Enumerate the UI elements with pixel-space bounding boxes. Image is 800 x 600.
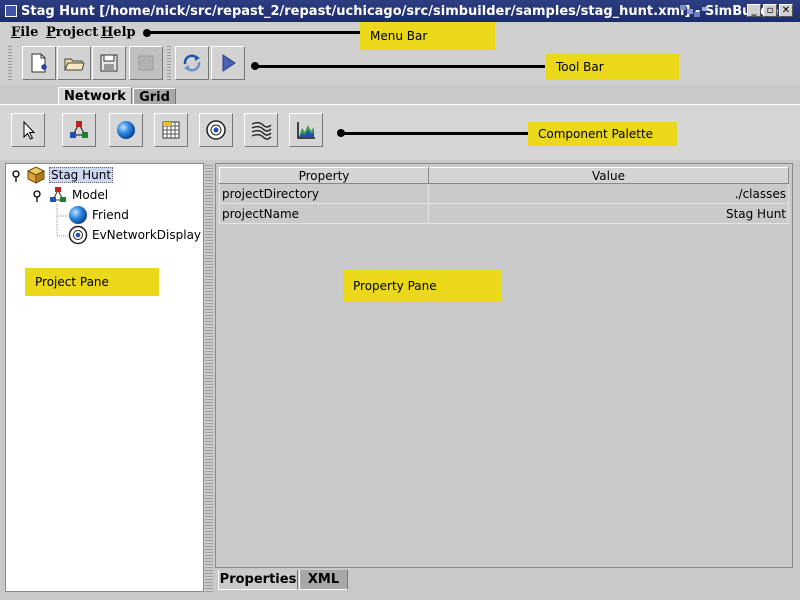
project-box-icon — [26, 166, 46, 184]
tab-network-label: Network — [64, 89, 126, 104]
menu-help[interactable]: Help — [101, 25, 136, 40]
toolbar-separator — [167, 46, 171, 80]
title-bar[interactable]: Stag Hunt [/home/nick/src/repast_2/repas… — [0, 0, 800, 22]
tab-xml-label: XML — [307, 572, 340, 587]
tree-label-display: EvNetworkDisplay — [92, 228, 202, 242]
annotation-component-palette-text: Component Palette — [538, 127, 654, 141]
agent-sphere-icon — [69, 206, 87, 224]
display-target-icon — [68, 225, 88, 245]
property-table: Property Value projectDirectory ./classe… — [219, 167, 789, 224]
model-network-icon — [70, 121, 88, 138]
agent-sphere-icon — [117, 121, 135, 139]
tree-label-project: Stag Hunt — [49, 167, 114, 183]
annotation-component-palette: Component Palette — [528, 122, 677, 146]
property-value-cell[interactable]: ./classes — [428, 183, 789, 204]
menu-project-label: roject — [55, 25, 99, 40]
menu-file-label: ile — [20, 25, 39, 40]
annotation-tool-bar: Tool Bar — [546, 54, 679, 80]
menu-help-mnemonic: H — [101, 25, 114, 40]
tree-node-display[interactable]: EvNetworkDisplay — [68, 225, 202, 245]
tree-node-model[interactable]: Model — [48, 186, 108, 204]
tab-xml[interactable]: XML — [299, 570, 348, 590]
menu-file-mnemonic: F — [11, 25, 21, 40]
annotation-property-pane: Property Pane — [343, 270, 501, 302]
tree-label-model: Model — [72, 188, 109, 202]
tool-bar-leader-line — [255, 65, 545, 68]
tab-network[interactable]: Network — [58, 87, 132, 105]
display-component-button[interactable] — [199, 113, 233, 147]
toolbar-grip[interactable] — [8, 46, 12, 80]
model-component-button[interactable] — [62, 113, 96, 147]
open-folder-icon — [64, 58, 85, 71]
column-header-property[interactable]: Property — [219, 167, 429, 184]
minimize-button[interactable]: _ — [747, 4, 761, 17]
menu-file[interactable]: File — [11, 25, 38, 40]
tree-node-project[interactable]: Stag Hunt — [26, 166, 114, 184]
menu-help-label: elp — [113, 25, 136, 40]
table-row[interactable]: projectName Stag Hunt — [219, 203, 789, 224]
window-menu-icon[interactable] — [5, 5, 17, 17]
annotation-menu-bar: Menu Bar — [360, 22, 495, 50]
title-decoration-icon — [680, 5, 707, 17]
annotation-property-pane-text: Property Pane — [353, 279, 437, 293]
refresh-icon — [183, 54, 201, 72]
schedule-icon — [251, 122, 272, 140]
palette-leader-line — [341, 132, 528, 135]
maximize-button[interactable]: ▫ — [763, 4, 777, 17]
window-title: Stag Hunt [/home/nick/src/repast_2/repas… — [21, 3, 785, 19]
open-project-button[interactable] — [57, 46, 91, 80]
model-network-icon — [50, 187, 66, 202]
refresh-button[interactable] — [175, 46, 209, 80]
disabled-icon — [138, 55, 154, 71]
select-arrow-icon — [23, 120, 36, 140]
tab-grid-label: Grid — [139, 90, 170, 105]
property-pane: Property Value projectDirectory ./classe… — [215, 163, 793, 568]
schedule-component-button[interactable] — [244, 113, 278, 147]
select-tool-button[interactable] — [11, 113, 45, 147]
tab-properties[interactable]: Properties — [218, 570, 298, 590]
annotation-menu-bar-text: Menu Bar — [370, 29, 428, 43]
menu-project[interactable]: Project — [46, 25, 98, 40]
new-project-button[interactable] — [22, 46, 56, 80]
grid-space-icon — [162, 121, 180, 139]
table-row[interactable]: projectDirectory ./classes — [219, 183, 789, 204]
pane-splitter[interactable] — [205, 163, 213, 592]
annotation-project-pane: Project Pane — [25, 268, 159, 296]
menu-bar-leader-line — [147, 31, 360, 34]
annotation-tool-bar-text: Tool Bar — [556, 60, 604, 74]
property-name-cell: projectDirectory — [219, 183, 429, 204]
menu-project-mnemonic: P — [46, 25, 56, 40]
tab-properties-label: Properties — [219, 572, 297, 587]
disabled-toolbar-button[interactable] — [129, 46, 163, 80]
save-project-button[interactable] — [92, 46, 126, 80]
chart-component-button[interactable] — [289, 113, 323, 147]
chart-icon — [297, 122, 315, 139]
column-header-value[interactable]: Value — [428, 167, 789, 184]
tree-label-friend: Friend — [92, 208, 129, 222]
property-name-cell: projectName — [219, 203, 429, 224]
close-button[interactable]: ✕ — [779, 4, 793, 17]
tree-expand-model-icon[interactable] — [32, 190, 42, 202]
display-target-icon — [206, 120, 226, 140]
grid-component-button[interactable] — [154, 113, 188, 147]
annotation-project-pane-text: Project Pane — [35, 275, 109, 289]
property-value-cell[interactable]: Stag Hunt — [428, 203, 789, 224]
project-pane[interactable]: Stag Hunt Model Friend EvNetworkDisplay — [5, 163, 204, 592]
run-button[interactable] — [211, 46, 245, 80]
run-play-icon — [222, 54, 236, 72]
tree-expand-root-icon[interactable] — [11, 170, 21, 182]
tree-node-friend[interactable]: Friend — [68, 206, 129, 224]
save-disk-icon — [100, 54, 118, 72]
new-project-icon — [31, 53, 47, 73]
agent-component-button[interactable] — [109, 113, 143, 147]
